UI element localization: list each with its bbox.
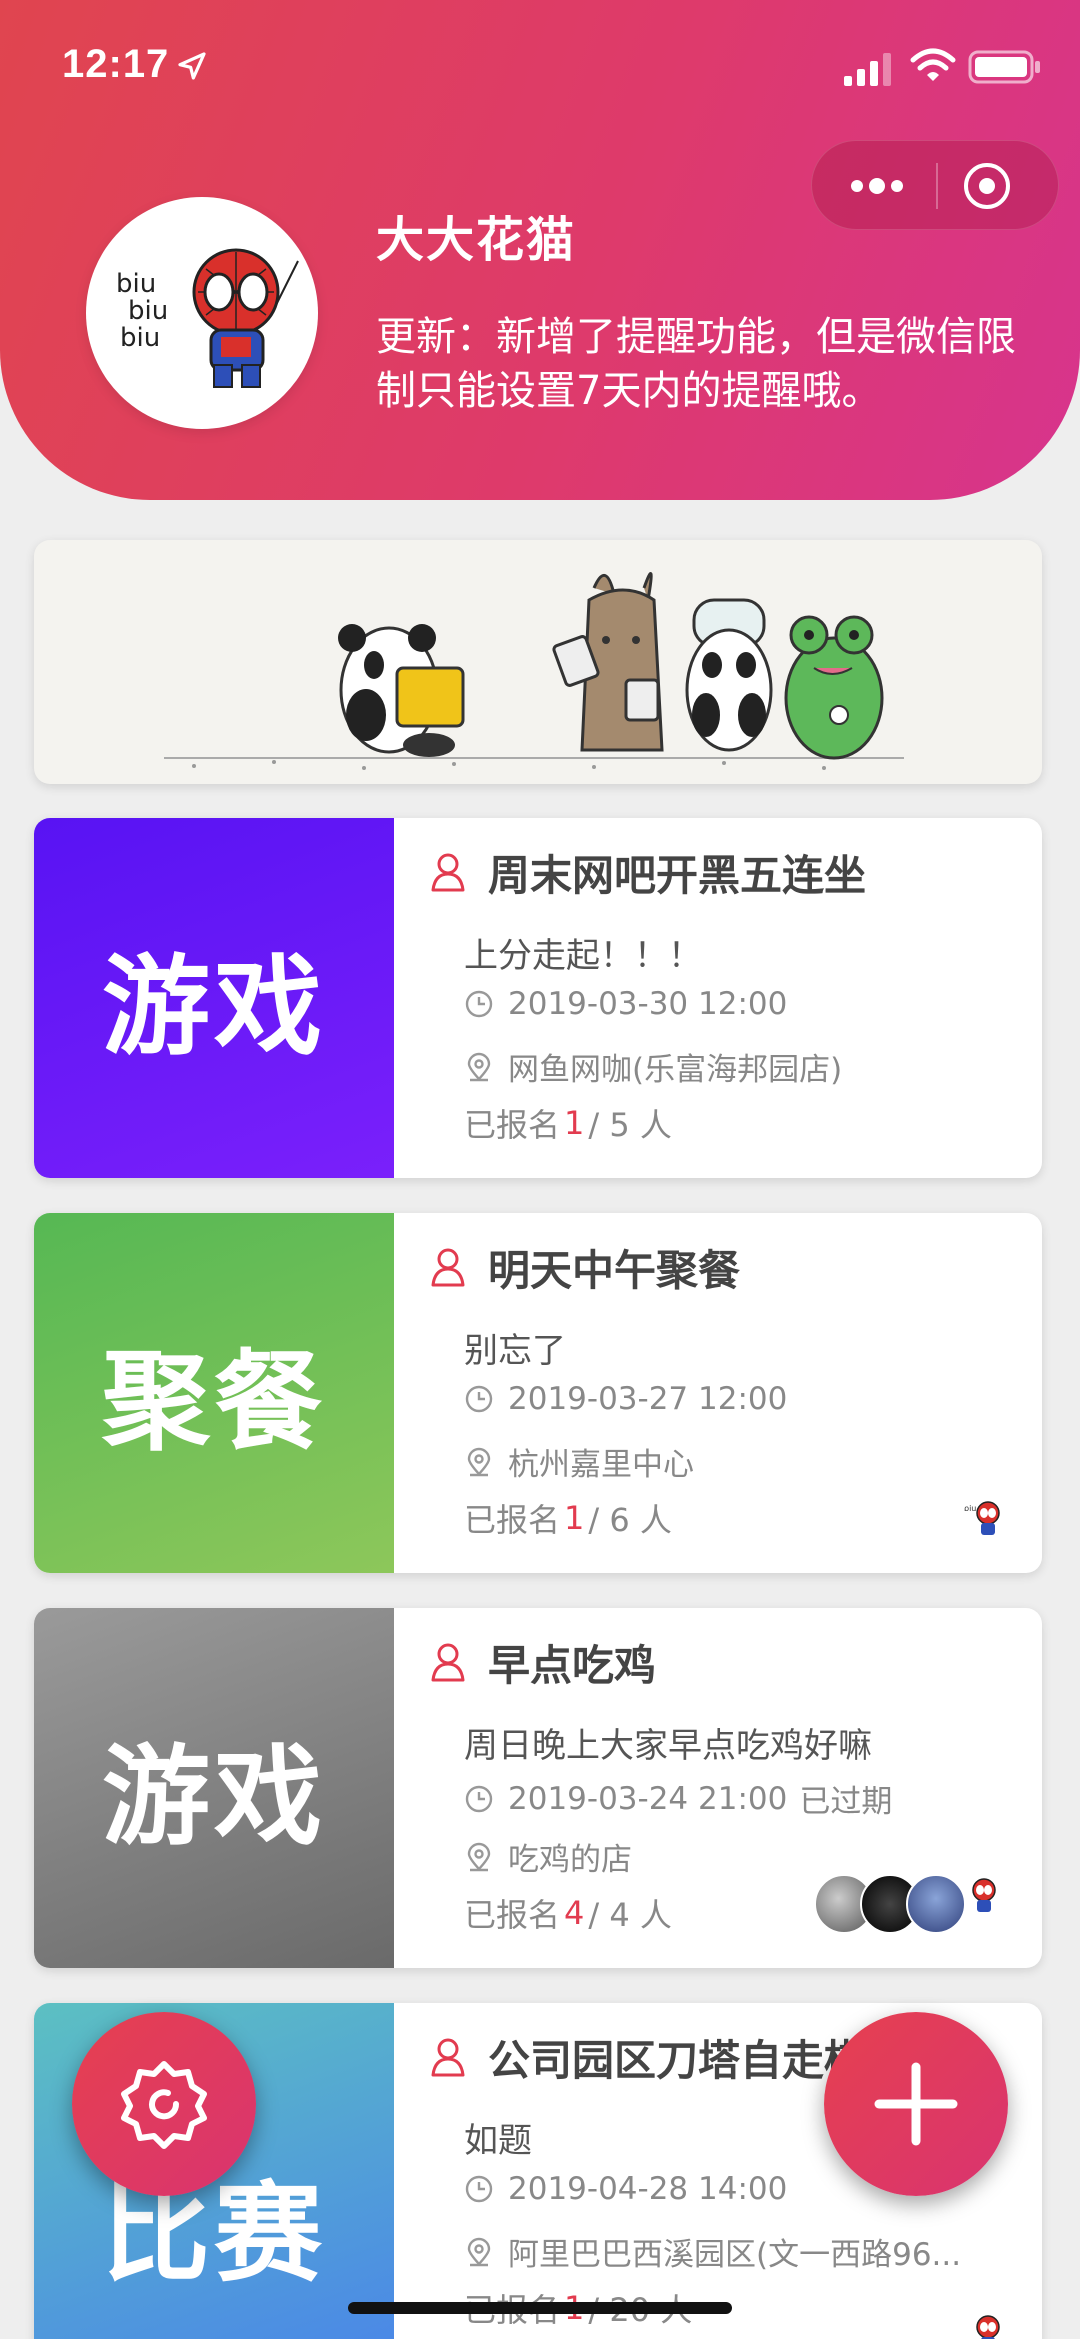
activity-description: 上分走起！！！ bbox=[464, 936, 702, 976]
activity-time-row: 2019-03-27 12:00 bbox=[464, 1381, 787, 1417]
signup-joined: 1 bbox=[564, 1499, 585, 1537]
activity-time: 2019-03-27 12:00 bbox=[508, 1381, 788, 1417]
capsule-divider bbox=[936, 163, 938, 209]
participant-avatars: biu bbox=[964, 1497, 1004, 1539]
signup-total: / 5 人 bbox=[588, 1106, 672, 1144]
location-pin-icon bbox=[467, 2237, 491, 2266]
activity-time-row: 2019-03-24 21:00 已过期 bbox=[464, 1776, 892, 1821]
activity-description: 如题 bbox=[464, 2121, 532, 2161]
activity-location-row: 吃鸡的店 bbox=[464, 1834, 632, 1879]
category-badge: 游戏 bbox=[34, 818, 394, 1178]
svg-text:biu: biu bbox=[964, 1504, 976, 1513]
participant-avatars bbox=[814, 1874, 1004, 1934]
svg-text:biu: biu bbox=[128, 296, 168, 326]
expired-label: 已过期 bbox=[799, 1784, 893, 1820]
activity-description: 别忘了 bbox=[464, 1331, 566, 1371]
activity-title: 早点吃鸡 bbox=[488, 1640, 657, 1690]
status-time: 12:17 bbox=[62, 42, 170, 86]
location-arrow-icon bbox=[178, 52, 206, 80]
activity-time: 2019-03-24 21:00 bbox=[508, 1780, 788, 1817]
panda-hat bbox=[685, 598, 773, 752]
cellular-signal-icon bbox=[844, 53, 891, 86]
person-icon bbox=[431, 853, 465, 892]
activity-location-row: 杭州嘉里中心 bbox=[464, 1439, 694, 1484]
svg-text:biu: biu bbox=[116, 269, 156, 299]
activity-location: 杭州嘉里中心 bbox=[508, 1447, 694, 1483]
activity-location-row: 阿里巴巴西溪园区(文一西路96... bbox=[464, 2229, 961, 2274]
participant-avatar bbox=[976, 2315, 1000, 2339]
person-icon bbox=[431, 2038, 465, 2077]
clock-icon bbox=[465, 2175, 493, 2203]
activity-location: 网鱼网咖(乐富海邦园店) bbox=[508, 1052, 843, 1088]
user-avatar[interactable]: biu biu biu bbox=[86, 197, 318, 429]
signup-joined: 1 bbox=[564, 1104, 585, 1142]
participant-avatar bbox=[972, 1878, 996, 1912]
profile-header: 12:17 biu biu biu 大大花猫 更新：新增了提醒功能，但是微信限制… bbox=[0, 0, 1080, 500]
activity-title: 公司园区刀塔自走棋 bbox=[488, 2035, 867, 2085]
activity-description: 周日晚上大家早点吃鸡好嘛 bbox=[464, 1726, 872, 1766]
category-badge: 游戏 bbox=[34, 1608, 394, 1968]
clock-icon bbox=[465, 990, 493, 1018]
animals-illustration bbox=[164, 572, 904, 770]
status-bar: 12:17 bbox=[0, 0, 1080, 130]
panda-laptop bbox=[338, 624, 465, 757]
signup-total: / 6 人 bbox=[588, 1501, 672, 1539]
activity-location-row: 网鱼网咖(乐富海邦园店) bbox=[464, 1044, 842, 1089]
frog bbox=[784, 615, 884, 760]
clock-icon bbox=[465, 1385, 493, 1413]
participant-avatar bbox=[906, 1874, 966, 1934]
spiderman-avatar-image: biu biu biu bbox=[116, 248, 299, 388]
activity-time-row: 2019-03-30 12:00 bbox=[464, 986, 787, 1022]
update-notice: 更新：新增了提醒功能，但是微信限制只能设置7天内的提醒哦。 bbox=[376, 314, 1016, 414]
activity-card[interactable]: 聚餐 明天中午聚餐 别忘了 2019-03-27 12:00 杭州嘉里中心 已报… bbox=[34, 1213, 1042, 1573]
activity-card[interactable]: 游戏 早点吃鸡 周日晚上大家早点吃鸡好嘛 2019-03-24 21:00 已过… bbox=[34, 1608, 1042, 1968]
miniprogram-capsule bbox=[811, 140, 1059, 230]
category-badge: 聚餐 bbox=[34, 1213, 394, 1573]
location-pin-icon bbox=[467, 1842, 491, 1871]
home-indicator[interactable] bbox=[348, 2302, 732, 2314]
location-pin-icon bbox=[467, 1052, 491, 1081]
user-name: 大大花猫 bbox=[376, 212, 577, 268]
activity-time: 2019-03-30 12:00 bbox=[508, 986, 788, 1022]
battery-icon bbox=[968, 50, 1040, 84]
participant-avatars bbox=[966, 2311, 1004, 2339]
activity-time: 2019-04-28 14:00 bbox=[508, 2171, 788, 2207]
activity-title: 周末网吧开黑五连坐 bbox=[488, 850, 867, 900]
signup-label: 已报名 bbox=[464, 1896, 561, 1934]
bunny bbox=[552, 572, 664, 752]
settings-button[interactable] bbox=[72, 2012, 256, 2196]
activity-location: 阿里巴巴西溪园区(文一西路96... bbox=[508, 2237, 962, 2273]
signup-label: 已报名 bbox=[464, 1501, 561, 1539]
person-icon bbox=[431, 1248, 465, 1287]
signup-count: 已报名 1 / 5 人 bbox=[464, 1100, 672, 1146]
activity-time-row: 2019-04-28 14:00 bbox=[464, 2171, 787, 2207]
participant-avatar: biu bbox=[964, 1501, 1000, 1535]
more-icon[interactable] bbox=[842, 161, 912, 211]
gear-icon bbox=[121, 2061, 207, 2149]
activity-card[interactable]: 游戏 周末网吧开黑五连坐 上分走起！！！ 2019-03-30 12:00 网鱼… bbox=[34, 818, 1042, 1178]
signup-count: 已报名 4 / 4 人 bbox=[464, 1890, 672, 1936]
person-icon bbox=[431, 1643, 465, 1682]
signup-label: 已报名 bbox=[464, 1106, 561, 1144]
signup-total: / 4 人 bbox=[588, 1896, 672, 1934]
wifi-icon bbox=[910, 48, 956, 81]
activity-title: 明天中午聚餐 bbox=[488, 1245, 741, 1295]
banner-illustration[interactable] bbox=[34, 540, 1042, 784]
clock-icon bbox=[465, 1785, 493, 1812]
signup-count: 已报名 1 / 6 人 bbox=[464, 1495, 672, 1541]
add-activity-button[interactable] bbox=[824, 2012, 1008, 2196]
close-target-icon[interactable] bbox=[962, 161, 1012, 211]
location-pin-icon bbox=[467, 1447, 491, 1476]
svg-text:biu: biu bbox=[120, 323, 160, 353]
plus-icon bbox=[874, 2062, 958, 2146]
signup-joined: 4 bbox=[564, 1894, 585, 1932]
activity-location: 吃鸡的店 bbox=[508, 1842, 632, 1878]
